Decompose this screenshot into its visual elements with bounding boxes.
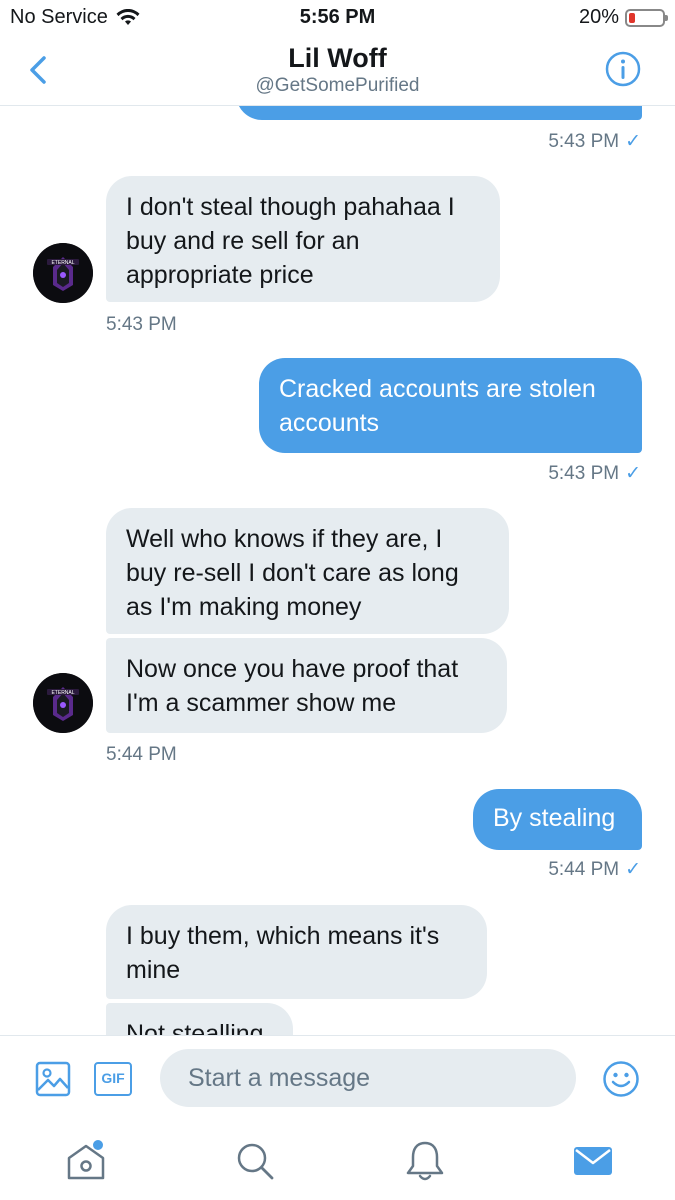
message-timestamp: 5:44 PM ✓ xyxy=(548,859,641,880)
messages-icon[interactable] xyxy=(570,1138,616,1184)
message-text: By stealing xyxy=(493,804,616,832)
avatar[interactable]: ETERNAL xyxy=(33,243,93,303)
read-check-icon: ✓ xyxy=(625,463,641,484)
message-timestamp: 5:44 PM xyxy=(106,744,177,765)
home-icon[interactable] xyxy=(63,1138,109,1184)
message-input[interactable] xyxy=(160,1049,576,1107)
message-bubble-incoming[interactable]: Now once you have proof that I'm a scamm… xyxy=(106,638,507,733)
tab-bar xyxy=(0,1120,675,1200)
message-text: I don't steal though pahahaa I buy and r… xyxy=(126,193,455,289)
message-timestamp: 5:43 PM ✓ xyxy=(548,131,641,152)
message-timestamp: 5:43 PM xyxy=(106,314,177,335)
emoji-icon[interactable] xyxy=(602,1060,640,1098)
message-text: Now once you have proof that I'm a scamm… xyxy=(126,655,459,717)
message-bubble-incoming[interactable]: Well who knows if they are, I buy re-sel… xyxy=(106,508,509,634)
message-text: Not stealling xyxy=(126,1020,264,1035)
message-text: I buy them, which means it's mine xyxy=(126,922,440,984)
status-bar: No Service 5:56 PM 20% xyxy=(0,0,675,36)
battery-icon xyxy=(625,8,668,27)
message-timestamp: 5:43 PM ✓ xyxy=(548,463,641,484)
svg-text:ETERNAL: ETERNAL xyxy=(51,690,74,696)
message-thread[interactable]: 5:43 PM ✓ I don't steal though pahahaa I … xyxy=(0,106,675,1035)
contact-name[interactable]: Lil Woff xyxy=(0,43,675,74)
battery-level-fill xyxy=(629,12,635,23)
clock: 5:56 PM xyxy=(299,6,376,28)
read-check-icon: ✓ xyxy=(625,131,641,152)
message-bubble-incoming[interactable]: I buy them, which means it's mine xyxy=(106,905,487,999)
avatar-logo-icon: ETERNAL xyxy=(33,243,93,303)
battery-percent: 20% xyxy=(578,6,619,28)
read-check-icon: ✓ xyxy=(625,859,641,880)
message-text: Well who knows if they are, I buy re-sel… xyxy=(126,525,459,621)
notifications-icon[interactable] xyxy=(402,1138,448,1184)
avatar-logo-icon: ETERNAL xyxy=(33,673,93,733)
message-bubble-incoming[interactable]: I don't steal though pahahaa I buy and r… xyxy=(106,176,500,302)
avatar[interactable]: ETERNAL xyxy=(33,673,93,733)
conversation-header: Lil Woff @GetSomePurified xyxy=(0,36,675,106)
message-bubble-incoming[interactable]: Not stealling xyxy=(106,1003,293,1035)
message-text: Cracked accounts are stolen accounts xyxy=(279,375,596,437)
message-bubble-outgoing[interactable]: Cracked accounts are stolen accounts xyxy=(259,358,642,453)
contact-handle: @GetSomePurified xyxy=(255,75,420,96)
message-bubble-outgoing-clipped[interactable] xyxy=(236,106,642,120)
message-bubble-outgoing[interactable]: By stealing xyxy=(473,789,642,850)
search-icon[interactable] xyxy=(232,1138,278,1184)
gif-icon[interactable]: GIF xyxy=(94,1062,132,1096)
info-icon[interactable] xyxy=(605,51,641,87)
svg-text:ETERNAL: ETERNAL xyxy=(51,260,74,266)
message-composer: GIF xyxy=(0,1035,675,1120)
image-icon[interactable] xyxy=(35,1061,71,1097)
